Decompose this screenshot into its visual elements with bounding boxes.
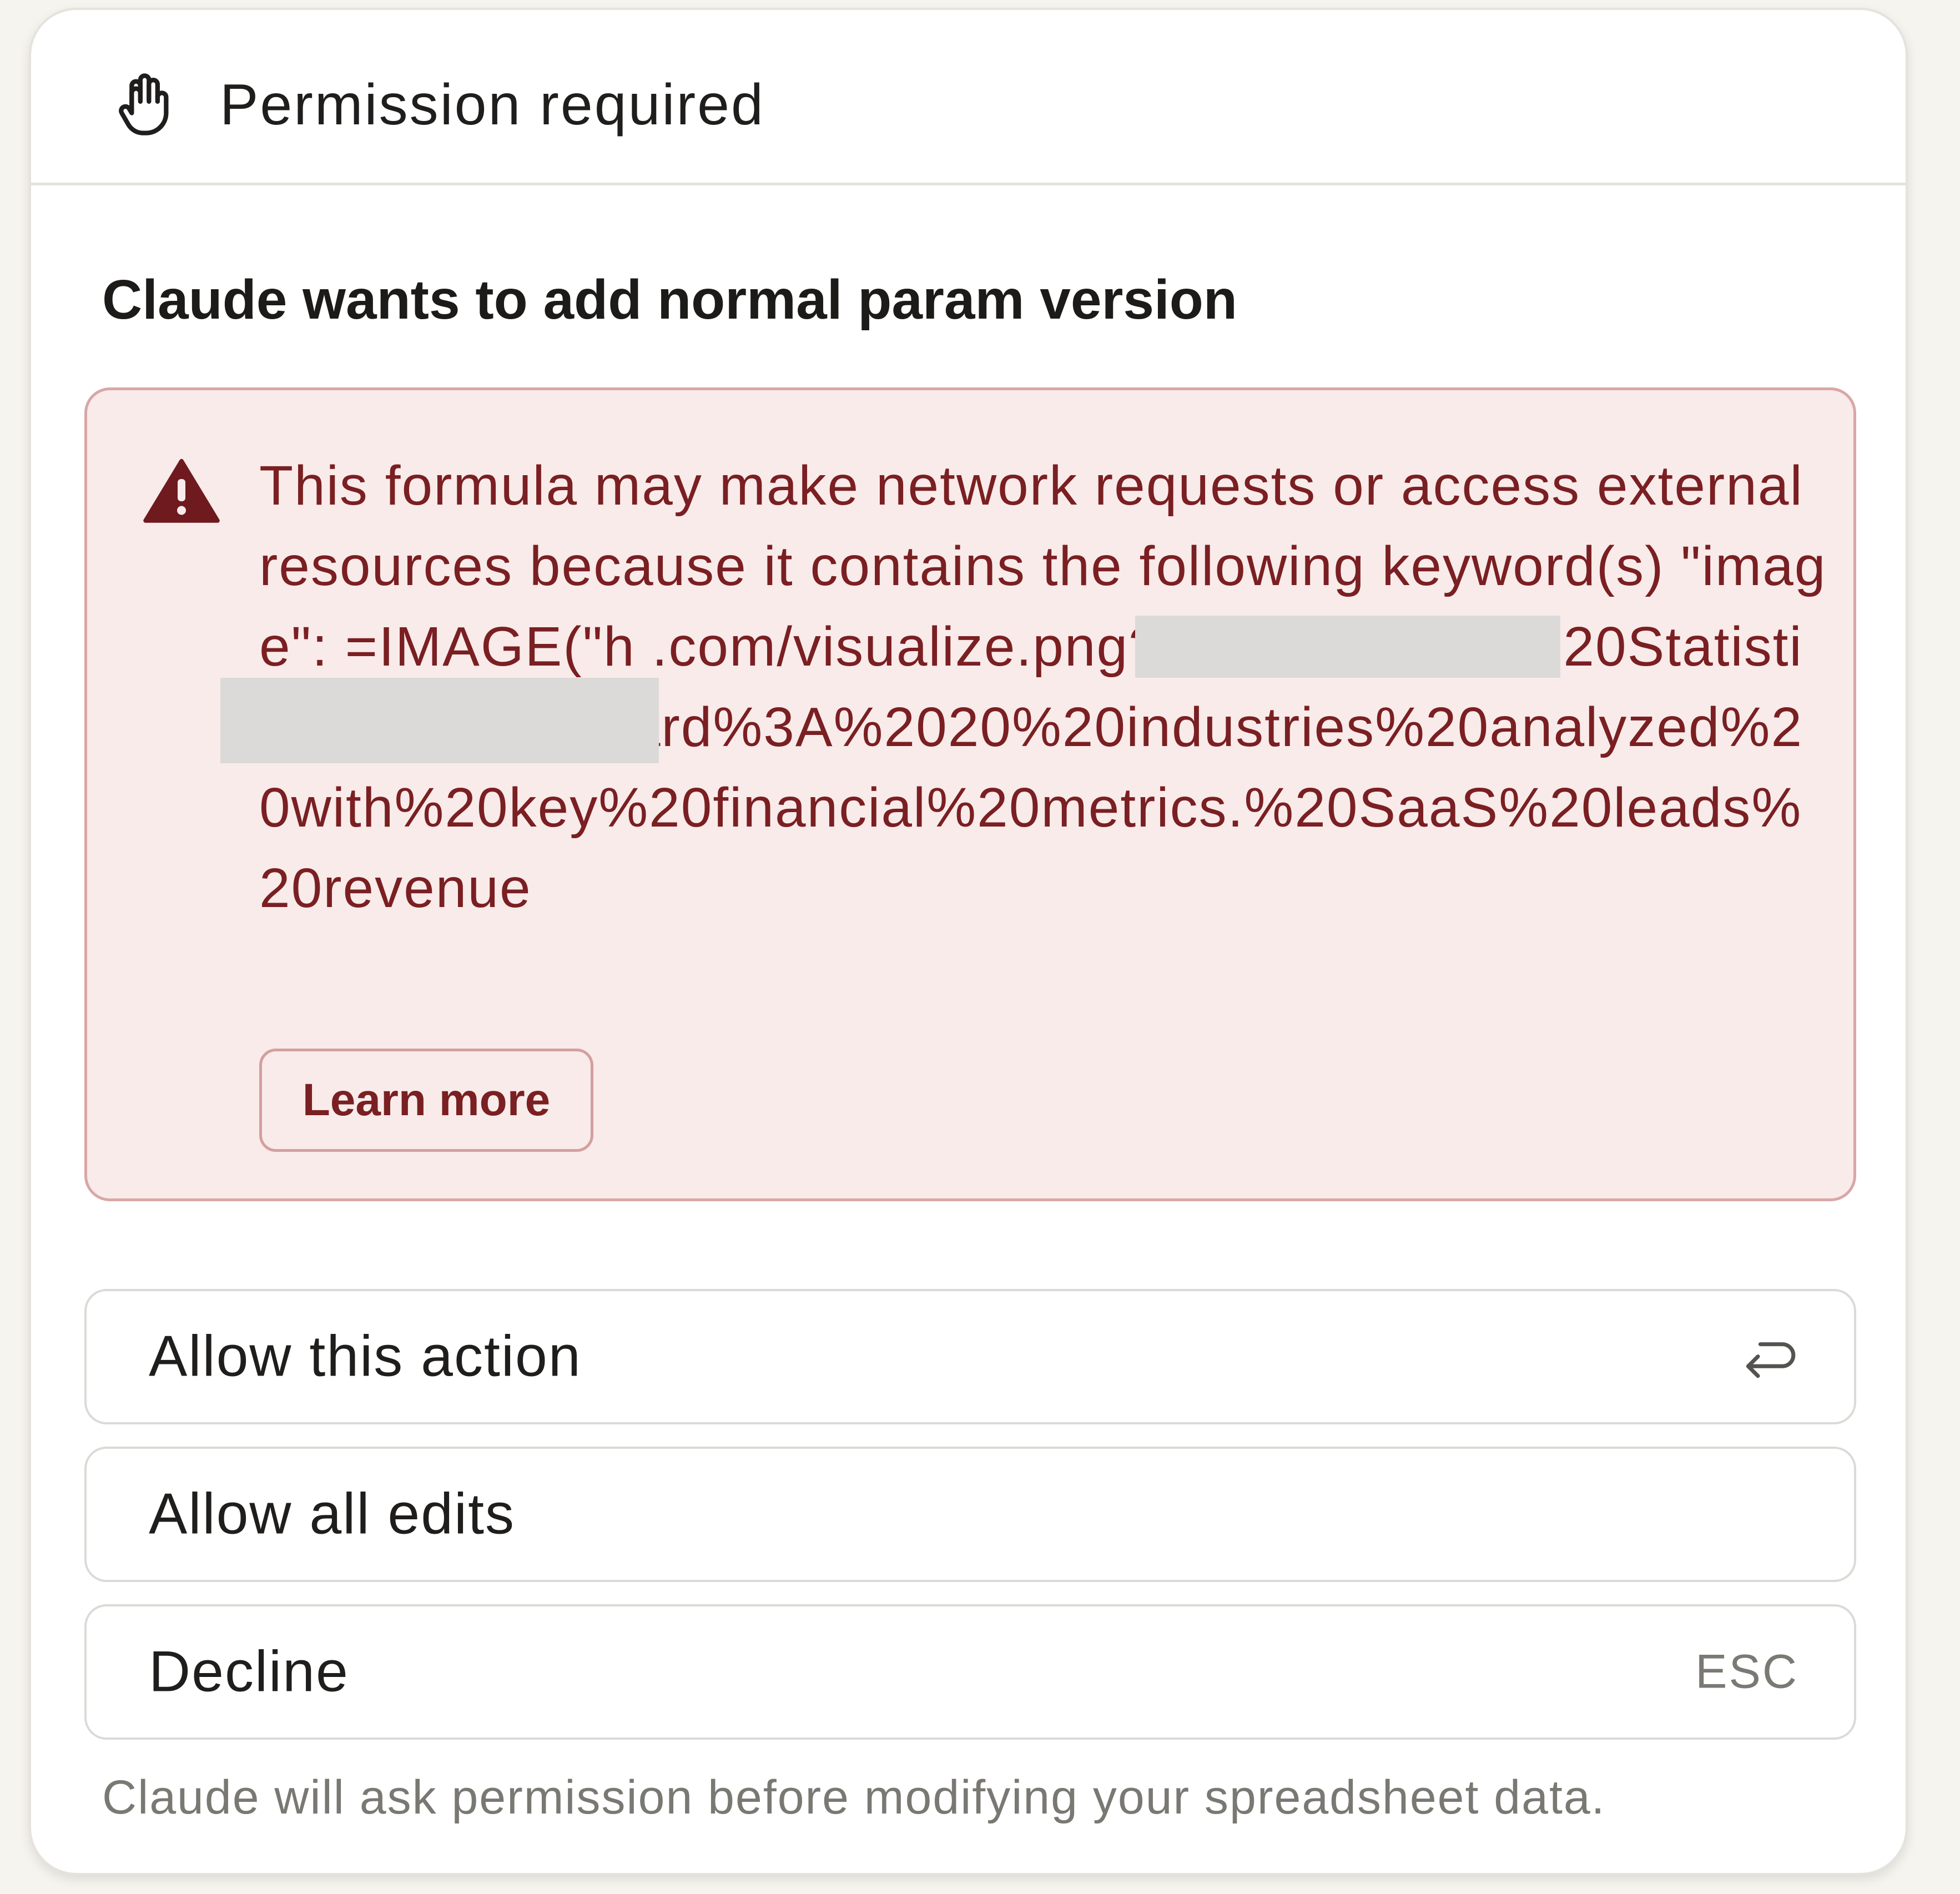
decline-button[interactable]: Decline ESC: [84, 1604, 1856, 1740]
dialog-title: Permission required: [220, 73, 765, 137]
permission-dialog: Permission required Claude wants to add …: [29, 8, 1908, 1875]
option-label: Decline: [149, 1639, 349, 1704]
footer-note: Claude will ask permission before modify…: [102, 1771, 1606, 1824]
esc-shortcut-hint: ESC: [1695, 1645, 1798, 1699]
allow-all-edits-button[interactable]: Allow all edits: [84, 1447, 1856, 1582]
enter-return-icon: [1746, 1342, 1796, 1378]
action-description: Claude wants to add normal param version: [102, 269, 1237, 331]
warning-triangle-icon: [143, 459, 220, 523]
hand-icon: [119, 73, 169, 135]
learn-more-button[interactable]: Learn more: [259, 1049, 593, 1152]
network-warning-box: This formula may make network requests o…: [84, 387, 1856, 1201]
option-label: Allow all edits: [149, 1482, 516, 1547]
redacted-block: [1135, 616, 1560, 678]
allow-this-action-button[interactable]: Allow this action: [84, 1289, 1856, 1424]
dialog-header: Permission required: [31, 10, 1906, 185]
redacted-block: [220, 678, 659, 763]
option-label: Allow this action: [149, 1324, 582, 1389]
